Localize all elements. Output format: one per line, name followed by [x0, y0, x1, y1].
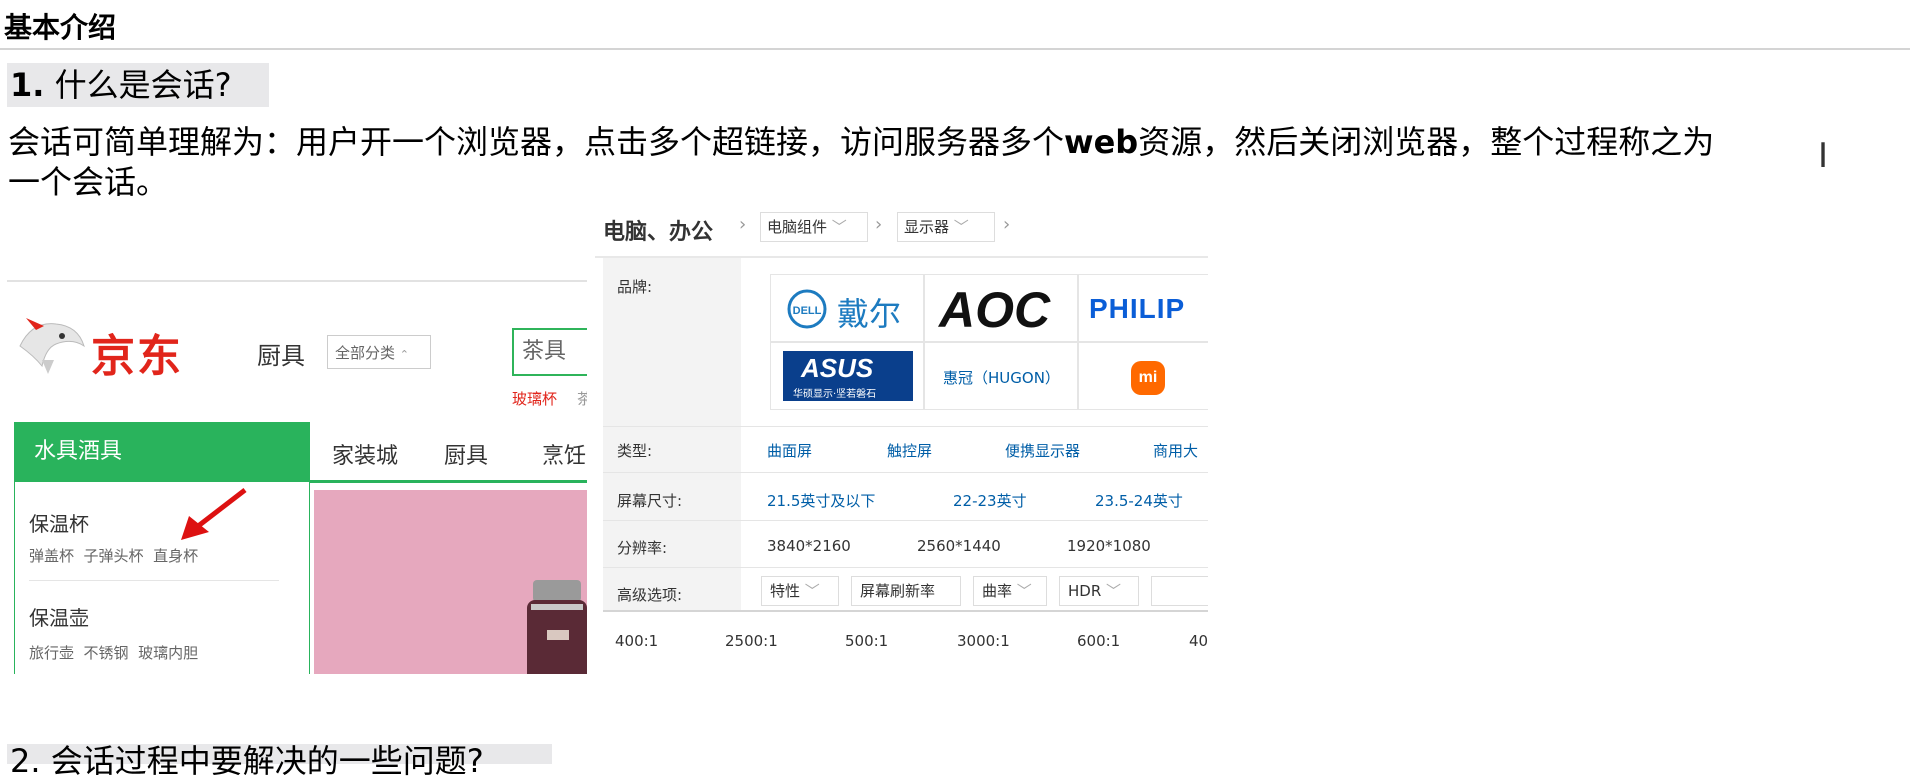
- filter-option-type[interactable]: 触控屏: [887, 440, 932, 461]
- filter-dropdown-feature[interactable]: 特性 ﹀: [761, 576, 839, 606]
- jd-top-border: [7, 280, 587, 282]
- brand-xiaomi[interactable]: mi: [1078, 342, 1208, 410]
- brand-dell[interactable]: DELL 戴尔: [770, 274, 924, 342]
- crumb-label: 电脑组件: [767, 218, 828, 236]
- paragraph-part-a: 会话可简单理解为：用户开一个浏览器，点击多个超链接，访问服务器多个: [8, 123, 1065, 161]
- filter-option-ratio[interactable]: 3000:1: [957, 632, 1010, 650]
- filter-crumb-monitor[interactable]: 显示器 ﹀: [897, 212, 995, 242]
- filter-option-ratio[interactable]: 500:1: [845, 632, 888, 650]
- filter-crumb-title[interactable]: 电脑、办公: [603, 214, 713, 246]
- jd-nav-item[interactable]: 家装城: [332, 438, 398, 470]
- heading-2: 2. 会话过程中要解决的一些问题?: [10, 742, 484, 780]
- jd-category-label: 全部分类: [335, 344, 396, 362]
- filter-label-resolution: 分辨率:: [617, 539, 668, 557]
- jd-nav-item[interactable]: 厨具: [444, 438, 488, 470]
- jd-nav-underline: [310, 480, 587, 483]
- brand-hugon[interactable]: 惠冠（HUGON）: [924, 342, 1078, 410]
- filter-dropdown-refresh-rate[interactable]: 屏幕刷新率 ﹀: [851, 576, 961, 628]
- jd-group-divider: [29, 580, 279, 581]
- brand-dell-name: 戴尔: [837, 295, 902, 333]
- chevron-up-icon: ⌃: [399, 348, 410, 361]
- filter-dropdown-more[interactable]: [1151, 576, 1208, 606]
- chevron-down-icon: ﹀: [1016, 582, 1032, 600]
- filter-option-size[interactable]: 23.5-24英寸: [1095, 490, 1183, 511]
- filter-label-size: 屏幕尺寸:: [617, 492, 683, 510]
- red-arrow-icon: [181, 488, 247, 540]
- filter-row-divider: [603, 426, 1208, 427]
- jd-screenshot: 京东 厨具 全部分类 ⌃ 茶具 玻璃杯 茶 水具酒具 家装城 厨具 烹饪 保温杯…: [7, 280, 587, 674]
- jd-search-input[interactable]: 茶具: [512, 328, 587, 376]
- jd-channel-title: 厨具: [257, 342, 305, 370]
- filter-option-type[interactable]: 便携显示器: [1005, 440, 1080, 461]
- paragraph-part-b: 资源，然后关闭浏览器，整个过程称之为: [1138, 123, 1715, 161]
- dropdown-label: 曲率: [982, 582, 1013, 600]
- filter-option-ratio[interactable]: 600:1: [1077, 632, 1120, 650]
- jd-dog-mascot-icon: [19, 318, 85, 374]
- chevron-down-icon: ﹀: [1106, 582, 1122, 600]
- dropdown-label: 特性: [770, 582, 801, 600]
- jd-group-links[interactable]: 旅行壶 不锈钢 玻璃内胆: [29, 642, 198, 663]
- filter-option-resolution[interactable]: 3840*2160: [767, 537, 851, 555]
- filter-option-ratio[interactable]: 40: [1189, 632, 1208, 650]
- filter-row-divider: [603, 567, 1208, 568]
- chevron-right-icon: ›: [875, 214, 883, 235]
- monitor-filter-screenshot: 电脑、办公 › 电脑组件 ﹀ › 显示器 ﹀ › 品牌: DELL 戴尔 AOC…: [595, 200, 1208, 674]
- jd-hot-word[interactable]: 玻璃杯: [512, 388, 557, 409]
- chevron-right-icon: ›: [1003, 214, 1011, 235]
- jd-group-title[interactable]: 保温杯: [29, 508, 89, 537]
- filter-option-type[interactable]: 曲面屏: [767, 440, 812, 461]
- filter-row-divider: [603, 472, 1208, 473]
- jd-side-active-tab[interactable]: 水具酒具: [14, 422, 310, 482]
- filter-label-brand: 品牌:: [617, 278, 653, 296]
- heading-1-number: 1.: [10, 66, 45, 104]
- jd-logo-text: 京东: [91, 331, 183, 382]
- filter-option-resolution[interactable]: 2560*1440: [917, 537, 1001, 555]
- chevron-right-icon: ›: [739, 214, 747, 235]
- title-divider: [0, 48, 1910, 50]
- brand-aoc[interactable]: AOC: [924, 274, 1078, 342]
- crumb-label: 显示器: [904, 218, 950, 236]
- filter-dropdown-curvature[interactable]: 曲率 ﹀: [973, 576, 1047, 606]
- asus-logo-block: ASUS 华硕显示·坚若磐石: [783, 351, 913, 401]
- filter-label-advanced: 高级选项:: [617, 586, 683, 604]
- jd-hot-word[interactable]: 茶: [577, 388, 587, 409]
- definition-paragraph: 会话可简单理解为：用户开一个浏览器，点击多个超链接，访问服务器多个web资源，然…: [8, 122, 1888, 202]
- filter-option-size[interactable]: 21.5英寸及以下: [767, 490, 875, 511]
- chevron-down-icon: ﹀: [953, 218, 969, 236]
- filter-option-size[interactable]: 22-23英寸: [953, 490, 1027, 511]
- brand-philips[interactable]: PHILIP: [1078, 274, 1208, 342]
- asus-logo-text: ASUS: [801, 353, 874, 383]
- brand-hugon-name: 惠冠（HUGON）: [943, 369, 1060, 387]
- xiaomi-logo-icon: mi: [1131, 361, 1165, 395]
- brand-asus[interactable]: ASUS 华硕显示·坚若磐石: [770, 342, 924, 410]
- brand-aoc-logo: AOC: [939, 282, 1051, 338]
- thermos-bottle-icon: [527, 580, 587, 674]
- filter-row-divider: [603, 520, 1208, 521]
- filter-label-type: 类型:: [617, 442, 653, 460]
- dropdown-label: 屏幕刷新率: [860, 582, 936, 600]
- dell-logo-icon: DELL: [787, 289, 827, 329]
- jd-group-title[interactable]: 保温壶: [29, 602, 89, 631]
- filter-crumb-computer-parts[interactable]: 电脑组件 ﹀: [760, 212, 868, 242]
- filter-dropdown-hdr[interactable]: HDR ﹀: [1059, 576, 1139, 606]
- heading-1-text: 什么是会话?: [54, 66, 232, 104]
- paragraph-part-c: 一个会话。: [8, 163, 169, 201]
- chevron-down-icon: ﹀: [804, 582, 820, 600]
- filter-option-type[interactable]: 商用大: [1153, 440, 1198, 461]
- jd-nav-item[interactable]: 烹饪: [542, 438, 586, 470]
- asus-logo-sub: 华硕显示·坚若磐石: [793, 389, 877, 400]
- dropdown-label: HDR: [1068, 582, 1102, 600]
- text-cursor-icon: I: [1818, 136, 1829, 176]
- jd-category-select[interactable]: 全部分类 ⌃: [327, 335, 431, 369]
- page-title: 基本介绍: [4, 11, 117, 44]
- brand-philips-logo: PHILIP: [1089, 293, 1186, 324]
- filter-option-resolution[interactable]: 1920*1080: [1067, 537, 1151, 555]
- heading-1: 1. 什么是会话?: [10, 66, 232, 104]
- jd-group-links[interactable]: 弹盖杯 子弹头杯 直身杯: [29, 545, 198, 566]
- filter-option-ratio[interactable]: 2500:1: [725, 632, 778, 650]
- paragraph-bold-web: web: [1064, 123, 1139, 161]
- svg-text:DELL: DELL: [793, 305, 822, 317]
- chevron-down-icon: ﹀: [831, 218, 847, 236]
- filter-option-ratio[interactable]: 400:1: [615, 632, 658, 650]
